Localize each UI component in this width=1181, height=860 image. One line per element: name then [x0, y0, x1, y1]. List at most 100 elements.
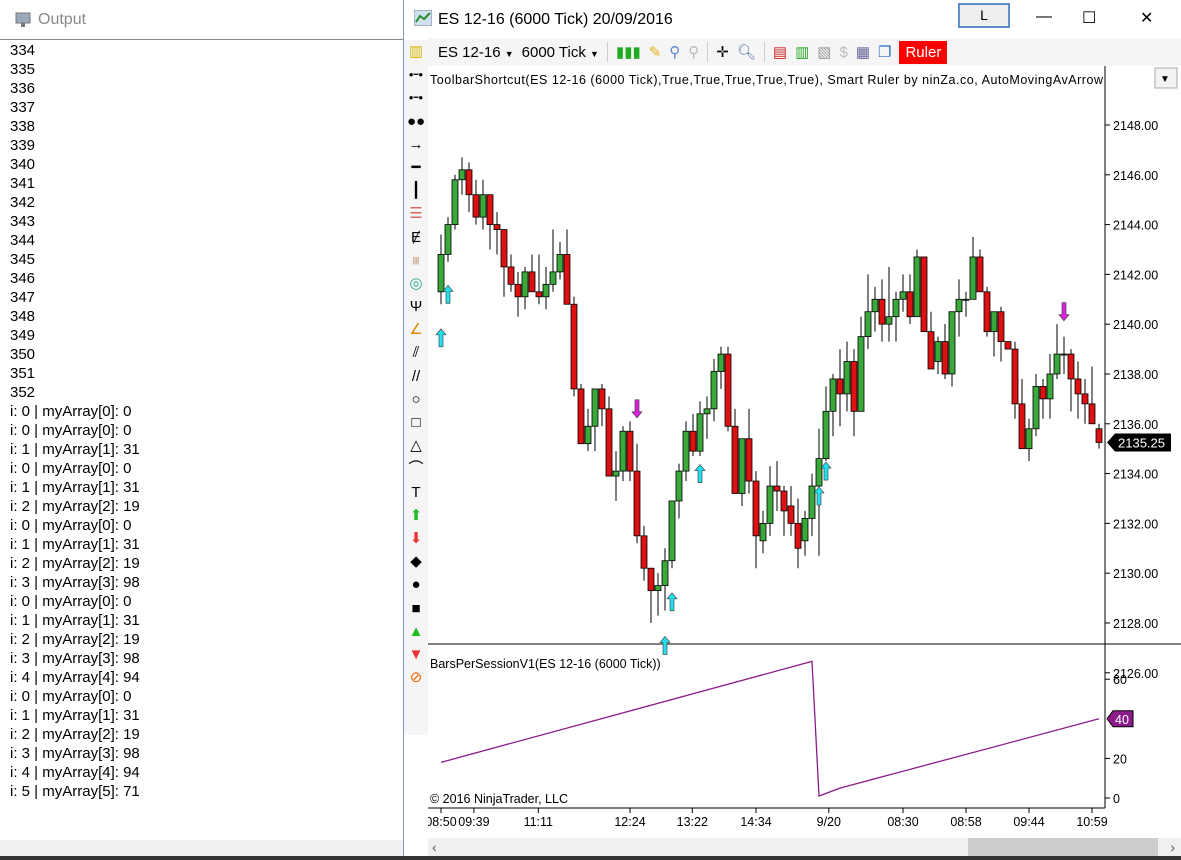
regression-channel-tool-icon[interactable]: ⫽: [413, 341, 420, 364]
dot-tool-icon[interactable]: ●: [411, 573, 420, 596]
interval-selector[interactable]: 6000 Tick ▼: [522, 44, 599, 61]
scroll-right-icon[interactable]: ›: [1170, 839, 1175, 855]
indicator-tick-label: 20: [1113, 752, 1127, 766]
candle-up: [437, 254, 445, 293]
candle-up: [444, 224, 452, 255]
remove-indicator-icon[interactable]: ⚲: [688, 43, 699, 61]
output-line: 341: [10, 175, 36, 192]
output-line: i: 0 | myArray[0]: 0: [10, 422, 132, 439]
candle-down: [493, 224, 501, 230]
pencil-icon[interactable]: ✎: [649, 43, 662, 61]
andrews-pitchfork-tool-icon[interactable]: Ψ: [410, 295, 423, 318]
ellipse-tool-icon[interactable]: ○: [411, 388, 420, 411]
arrow-line-tool-icon[interactable]: →: [409, 133, 424, 156]
separator: [606, 42, 608, 62]
arrow-up-tool-icon[interactable]: ⬆: [410, 504, 423, 527]
l-button[interactable]: L: [958, 3, 1010, 28]
time-tick-label: 09:39: [458, 815, 489, 829]
drawing-tools-bar: ▥ ●━● ●━● ●● → ━ ┃ ☰ Ɇ ||| ◎ Ψ ∠ ⫽//○ □ △ ⌒ T ⬆ ⬇ ◆ ● ■ ▲ ▼ ⊘: [404, 40, 428, 735]
candle-up: [990, 311, 998, 333]
candle-up: [822, 410, 830, 460]
chart-horizontal-scrollbar[interactable]: ‹ ›: [428, 838, 1181, 858]
square-tool-icon[interactable]: ■: [411, 597, 420, 620]
output-line: i: 1 | myArray[1]: 31: [10, 612, 140, 629]
instrument-selector[interactable]: ES 12-16 ▼: [438, 44, 514, 61]
output-line: i: 1 | myArray[1]: 31: [10, 441, 140, 458]
rectangle-tool-icon[interactable]: □: [411, 411, 420, 434]
scrollbar-thumb[interactable]: [968, 838, 1158, 858]
gann-fan-tool-icon[interactable]: ∠: [409, 318, 422, 341]
candle-up: [829, 378, 837, 412]
bar-chart-icon[interactable]: ▥: [795, 43, 809, 61]
candle-down: [640, 535, 648, 569]
line-tool-icon[interactable]: ●━●: [409, 63, 423, 86]
horizontal-line-tool-icon[interactable]: ━: [411, 156, 420, 179]
dollar-icon[interactable]: $: [839, 44, 847, 61]
copy-icon[interactable]: ❐: [878, 43, 891, 61]
candle-up: [1046, 373, 1054, 400]
data-box-icon[interactable]: ▦: [856, 43, 870, 61]
zoom-icon[interactable]: 🔍︎: [737, 43, 756, 61]
candle-up: [913, 256, 921, 318]
output-line: i: 2 | myArray[2]: 19: [10, 555, 140, 572]
line-chart-icon[interactable]: ▧: [817, 43, 831, 61]
price-tick-label: 2146.00: [1113, 169, 1158, 183]
candle-up: [815, 458, 823, 487]
fib-extension-tool-icon[interactable]: Ɇ: [411, 226, 421, 249]
candle-down: [626, 430, 634, 472]
candle-down: [1011, 348, 1019, 405]
ray-tool-icon[interactable]: ●━●: [409, 86, 423, 109]
arc-tool-icon[interactable]: ⌒: [408, 457, 423, 480]
candle-up: [885, 316, 893, 325]
scroll-left-icon[interactable]: ‹: [432, 839, 437, 855]
triangle-tool-icon[interactable]: △: [410, 434, 422, 457]
trend-channel-tool-icon[interactable]: //: [412, 365, 420, 388]
chart-style-icon[interactable]: ▮▮▮: [616, 43, 641, 61]
triangle-up-tool-icon[interactable]: ▲: [409, 620, 424, 643]
ruler-tool-icon[interactable]: ▥: [409, 40, 423, 63]
candle-down: [745, 438, 753, 482]
candle-up: [703, 408, 711, 415]
chevron-down-icon: ▼: [1160, 74, 1170, 85]
candle-down: [598, 388, 606, 410]
extended-line-tool-icon[interactable]: ●●: [407, 110, 425, 133]
fib-circle-tool-icon[interactable]: ◎: [409, 272, 422, 295]
price-tick-label: 2144.00: [1113, 219, 1158, 233]
time-tick-label: 11:11: [524, 815, 553, 829]
triangle-down-tool-icon[interactable]: ▼: [409, 643, 424, 666]
chart-trader-icon[interactable]: ▤: [773, 43, 787, 61]
candle-down: [507, 266, 515, 285]
ruler-button[interactable]: Ruler: [899, 40, 948, 64]
chevron-down-icon: ▼: [590, 48, 599, 59]
vertical-line-tool-icon[interactable]: ┃: [411, 179, 420, 202]
candle-down: [1004, 341, 1012, 350]
output-title-bar: Output: [0, 0, 403, 40]
add-indicator-icon[interactable]: ⚲: [669, 43, 680, 61]
crosshair-icon[interactable]: ✛: [716, 43, 729, 61]
maximize-button[interactable]: ☐: [1082, 8, 1096, 28]
output-horizontal-scrollbar[interactable]: [0, 840, 403, 856]
candle-up: [843, 361, 851, 395]
candle-down: [927, 331, 935, 370]
minimize-button[interactable]: —: [1036, 8, 1052, 26]
text-tool-icon[interactable]: T: [411, 481, 420, 504]
remove-drawings-tool-icon[interactable]: ⊘: [410, 666, 423, 689]
arrow-down-tool-icon[interactable]: ⬇: [410, 527, 423, 550]
candle-down: [724, 353, 732, 427]
price-panel-label: ToolbarShortcut(ES 12-16 (6000 Tick),Tru…: [430, 73, 1104, 87]
output-line: 344: [10, 232, 36, 249]
chart-area[interactable]: ToolbarShortcut(ES 12-16 (6000 Tick),Tru…: [428, 66, 1181, 836]
candle-up: [899, 291, 907, 300]
candle-up: [759, 522, 767, 542]
diamond-tool-icon[interactable]: ◆: [410, 550, 422, 573]
output-line: i: 2 | myArray[2]: 19: [10, 631, 140, 648]
indicator-label: BarsPerSessionV1(ES 12-16 (6000 Tick)): [430, 657, 661, 671]
fib-retracement-tool-icon[interactable]: ☰: [409, 202, 422, 225]
fib-time-tool-icon[interactable]: |||: [413, 249, 419, 272]
copyright-label: © 2016 NinjaTrader, LLC: [430, 792, 568, 806]
candle-up: [458, 169, 466, 181]
indicator-value-label: 40: [1115, 713, 1129, 727]
candle-up: [591, 388, 599, 427]
close-button[interactable]: ✕: [1140, 8, 1153, 28]
candle-up: [682, 430, 690, 472]
